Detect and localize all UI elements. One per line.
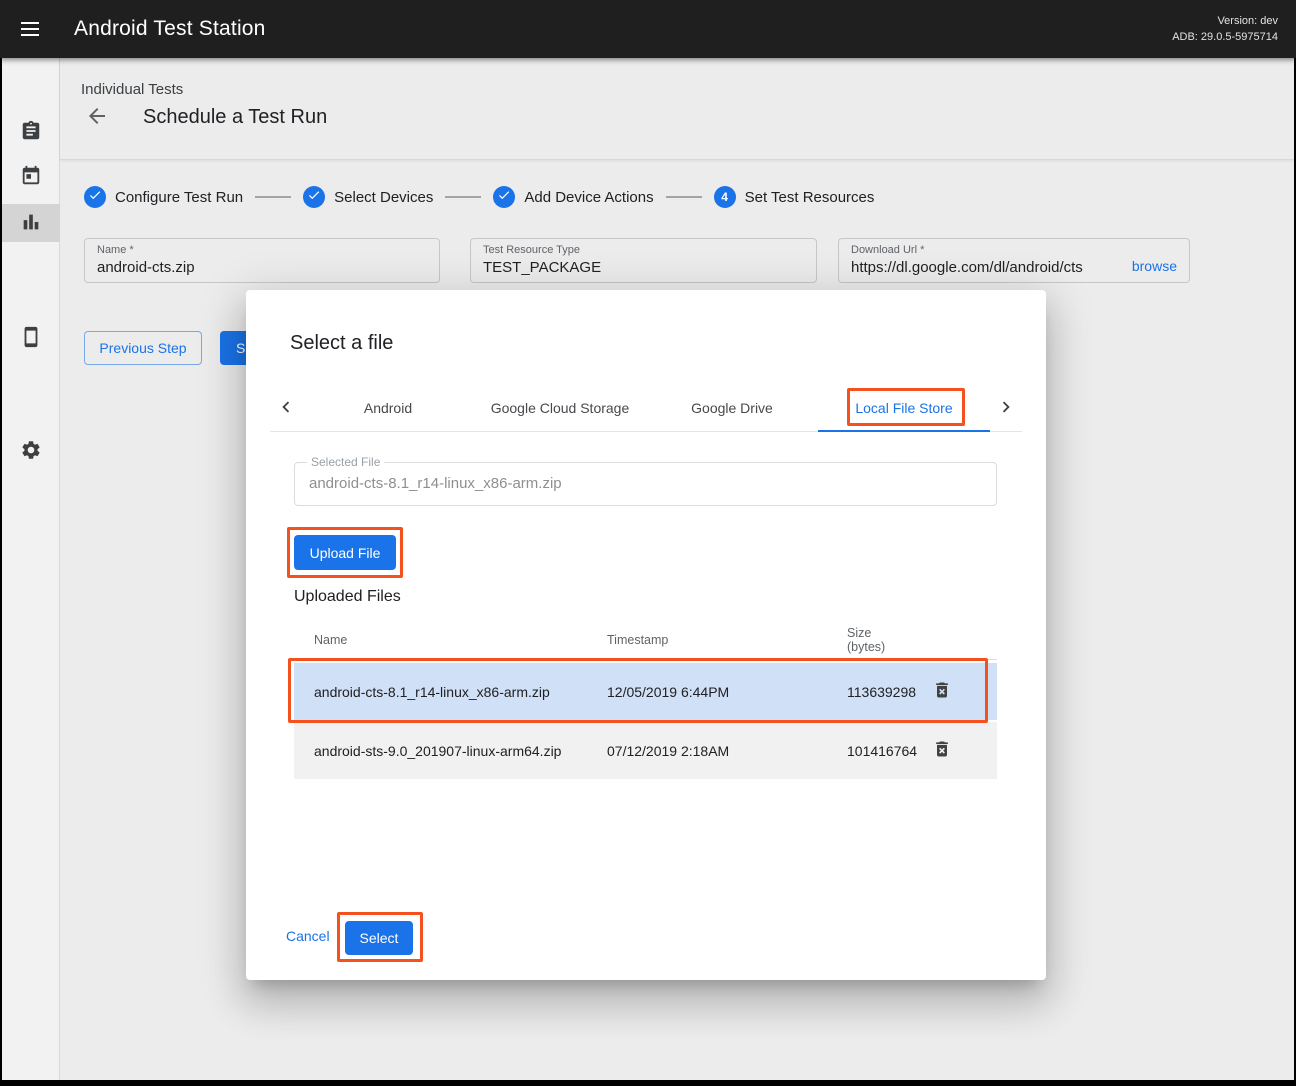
delete-file-button[interactable] <box>932 680 952 703</box>
menu-icon[interactable] <box>21 18 39 40</box>
version-info: Version: dev ADB: 29.0.5-5975714 <box>1172 13 1278 45</box>
step-complete-circle <box>493 186 515 208</box>
delete-file-button[interactable] <box>932 739 952 762</box>
download-url-value: https://dl.google.com/dl/android/cts <box>851 259 1124 276</box>
step-connector <box>445 196 481 198</box>
resource-type-label: Test Resource Type <box>483 244 804 256</box>
step-label: Set Test Resources <box>745 189 875 206</box>
step-connector <box>255 196 291 198</box>
step-label: Add Device Actions <box>524 189 653 206</box>
select-button[interactable]: Select <box>345 921 413 955</box>
stepper-step-2[interactable]: Select Devices <box>303 186 433 208</box>
step-complete-circle <box>303 186 325 208</box>
file-size-cell: 113639298 <box>847 684 932 700</box>
table-row[interactable]: android-cts-8.1_r14-linux_x86-arm.zip 12… <box>294 663 997 720</box>
page-title: Schedule a Test Run <box>143 106 327 129</box>
sidebar <box>2 58 60 1080</box>
delete-icon <box>932 688 952 703</box>
check-icon <box>497 188 511 207</box>
step-label: Configure Test Run <box>115 189 243 206</box>
step-number-circle: 4 <box>714 186 736 208</box>
step-label: Select Devices <box>334 189 433 206</box>
resource-type-field[interactable]: Test Resource Type TEST_PACKAGE <box>470 238 817 283</box>
select-file-dialog: Select a file Android Google Cloud Stora… <box>246 290 1046 980</box>
name-field-value: android-cts.zip <box>97 259 427 276</box>
name-field-label: Name * <box>97 244 427 256</box>
file-name-cell: android-sts-9.0_201907-linux-arm64.zip <box>294 743 607 759</box>
tabs-scroll-left-button[interactable] <box>270 385 302 431</box>
selected-file-label: Selected File <box>307 455 384 469</box>
stepper: Configure Test Run Select Devices Add De… <box>84 186 874 208</box>
calendar-icon <box>20 165 42 190</box>
check-icon <box>88 188 102 207</box>
step-number: 4 <box>721 190 728 204</box>
dialog-title: Select a file <box>290 332 393 355</box>
download-url-field[interactable]: Download Url * https://dl.google.com/dl/… <box>838 238 1190 283</box>
stepper-step-4[interactable]: 4 Set Test Resources <box>714 186 875 208</box>
app: Android Test Station Version: dev ADB: 2… <box>0 0 1296 1086</box>
column-header-size: Size (bytes) <box>847 626 932 654</box>
tab-google-cloud-storage[interactable]: Google Cloud Storage <box>474 385 646 431</box>
download-url-label: Download Url * <box>851 244 1177 256</box>
chevron-left-icon <box>275 396 297 421</box>
tab-bar: Android Google Cloud Storage Google Driv… <box>270 385 1022 432</box>
selected-file-value: android-cts-8.1_r14-linux_x86-arm.zip <box>309 475 562 492</box>
step-connector <box>666 196 702 198</box>
check-icon <box>307 188 321 207</box>
name-field[interactable]: Name * android-cts.zip <box>84 238 440 283</box>
step-complete-circle <box>84 186 106 208</box>
resource-type-value: TEST_PACKAGE <box>483 259 804 276</box>
tabs: Android Google Cloud Storage Google Driv… <box>302 385 990 431</box>
tab-google-drive[interactable]: Google Drive <box>646 385 818 431</box>
uploaded-files-table: Name Timestamp Size (bytes) android-cts-… <box>294 620 997 779</box>
sidebar-item-test-plans[interactable] <box>2 158 60 196</box>
file-name-cell: android-cts-8.1_r14-linux_x86-arm.zip <box>294 684 607 700</box>
bar-chart-icon <box>20 211 42 236</box>
sidebar-item-test-results[interactable] <box>2 204 60 242</box>
column-header-timestamp: Timestamp <box>607 633 847 647</box>
adb-version-text: ADB: 29.0.5-5975714 <box>1172 29 1278 45</box>
tabs-scroll-right-button[interactable] <box>990 385 1022 431</box>
arrow-back-icon <box>85 116 109 131</box>
page-header: Individual Tests Schedule a Test Run <box>60 58 1294 160</box>
browse-button[interactable]: browse <box>1132 258 1177 274</box>
column-header-name: Name <box>294 633 607 647</box>
upload-file-button[interactable]: Upload File <box>294 535 396 570</box>
file-timestamp-cell: 12/05/2019 6:44PM <box>607 684 847 700</box>
tab-android[interactable]: Android <box>302 385 474 431</box>
breadcrumb: Individual Tests <box>81 81 183 98</box>
table-row[interactable]: android-sts-9.0_201907-linux-arm64.zip 0… <box>294 722 997 779</box>
version-text: Version: dev <box>1172 13 1278 29</box>
table-header-row: Name Timestamp Size (bytes) <box>294 620 997 660</box>
sidebar-item-tests[interactable] <box>2 113 60 151</box>
uploaded-files-title: Uploaded Files <box>294 588 401 606</box>
selected-file-field[interactable]: Selected File android-cts-8.1_r14-linux_… <box>294 462 997 506</box>
tab-local-file-store[interactable]: Local File Store <box>818 385 990 431</box>
smartphone-icon <box>20 326 42 351</box>
file-size-cell: 101416764 <box>847 743 932 759</box>
app-title: Android Test Station <box>74 17 266 41</box>
gear-icon <box>20 439 42 464</box>
stepper-step-1[interactable]: Configure Test Run <box>84 186 243 208</box>
cancel-button[interactable]: Cancel <box>286 928 330 944</box>
previous-step-button[interactable]: Previous Step <box>84 331 202 365</box>
delete-icon <box>932 747 952 762</box>
sidebar-item-devices[interactable] <box>2 319 60 357</box>
stepper-step-3[interactable]: Add Device Actions <box>493 186 653 208</box>
sidebar-item-settings[interactable] <box>2 432 60 470</box>
back-button[interactable] <box>84 104 110 130</box>
clipboard-icon <box>20 120 42 145</box>
file-timestamp-cell: 07/12/2019 2:18AM <box>607 743 847 759</box>
app-bar: Android Test Station Version: dev ADB: 2… <box>0 0 1296 58</box>
chevron-right-icon <box>995 396 1017 421</box>
